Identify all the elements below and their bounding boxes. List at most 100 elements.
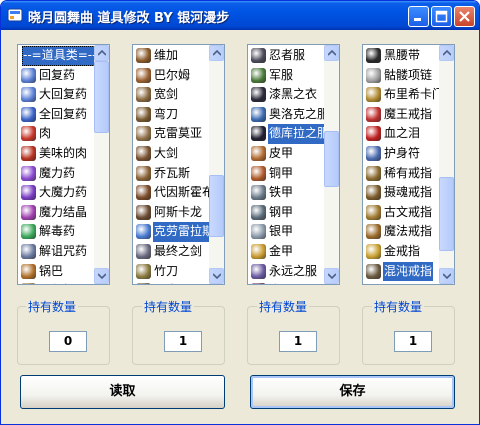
list-item-label: 全回复药: [39, 106, 88, 121]
scroll-thumb[interactable]: [439, 176, 454, 252]
save-button[interactable]: 保存: [250, 375, 455, 409]
item-icon: [251, 67, 266, 83]
list-item[interactable]: 黑腰带: [364, 46, 438, 66]
list-item[interactable]: 铜甲: [249, 164, 323, 184]
list-item-label: 永远之服: [269, 263, 318, 278]
list-item[interactable]: 美味的肉: [19, 144, 93, 164]
item-icon: [136, 67, 151, 83]
close-button[interactable]: [454, 6, 475, 27]
list-item[interactable]: 维加: [134, 46, 208, 66]
list-item[interactable]: 解诅咒药: [19, 242, 93, 262]
arrow-up-icon: [98, 50, 106, 56]
list-item[interactable]: 肉: [19, 124, 93, 144]
scroll-up-button[interactable]: [209, 45, 224, 61]
vertical-scrollbar[interactable]: [209, 45, 224, 284]
title-bar[interactable]: 晓月圆舞曲 道具修改 BY 银河漫步: [1, 1, 479, 30]
maximize-button[interactable]: [431, 6, 452, 27]
list-item[interactable]: 铁甲: [249, 183, 323, 203]
list-item[interactable]: 金戒指: [364, 242, 438, 262]
close-icon: [459, 11, 470, 22]
list-item[interactable]: 解毒药: [19, 222, 93, 242]
list-item[interactable]: 代因斯霍布: [134, 183, 214, 203]
list-item[interactable]: 混沌戒指: [364, 260, 438, 283]
item-icon: [251, 224, 266, 240]
list-item[interactable]: 银甲: [249, 222, 323, 242]
list-item[interactable]: 竹刀: [134, 262, 208, 282]
scroll-down-button[interactable]: [209, 268, 224, 284]
list-item[interactable]: 魔力结晶: [19, 203, 93, 223]
scroll-thumb[interactable]: [94, 61, 109, 134]
list-item-label: 面包板: [38, 281, 76, 284]
list-item[interactable]: 面包板: [19, 281, 93, 284]
list-item[interactable]: 摄魂戒指: [364, 183, 438, 203]
list-item[interactable]: 骷髅项链: [364, 66, 438, 86]
list-item[interactable]: 血之泪: [364, 124, 438, 144]
list-item[interactable]: 魔力药: [19, 164, 93, 184]
item-list-3[interactable]: 忍者服军服漆黑之衣奥洛克之服德库拉之服皮甲铜甲铁甲钢甲银甲金甲永远之服魔甲: [247, 44, 340, 285]
scroll-up-button[interactable]: [94, 45, 109, 61]
item-icon: [136, 224, 151, 240]
list-item[interactable]: 永远之服: [249, 262, 323, 282]
list-item[interactable]: 钢甲: [249, 203, 323, 223]
scroll-down-button[interactable]: [94, 268, 109, 284]
list-item[interactable]: 魔甲: [249, 281, 323, 284]
list-item[interactable]: 稀有戒指: [364, 164, 438, 184]
vertical-scrollbar[interactable]: [439, 45, 454, 284]
list-item-label: 回复药: [39, 67, 76, 82]
item-list-2[interactable]: 维加巴尔姆宽剑弯刀克雷莫亚大剑乔瓦斯代因斯霍布阿斯卡龙克劳雷拉斯最终之剑竹刀日本…: [132, 44, 225, 285]
list-item[interactable]: 大魔力药: [19, 183, 93, 203]
list-item[interactable]: 全回复药: [19, 105, 93, 125]
list-item[interactable]: 护身符: [364, 144, 438, 164]
list-item-label: 克雷莫亚: [154, 126, 203, 141]
list-item[interactable]: 大剑: [134, 144, 208, 164]
quantity-input[interactable]: 1: [164, 331, 202, 352]
vertical-scrollbar[interactable]: [324, 45, 339, 284]
item-icon: [21, 243, 36, 259]
list-item[interactable]: 回复药: [19, 66, 93, 86]
list-item[interactable]: 魔法戒指: [364, 222, 438, 242]
scroll-thumb[interactable]: [324, 131, 339, 188]
list-item[interactable]: 魔王戒指: [364, 105, 438, 125]
list-item[interactable]: 古文戒指: [364, 203, 438, 223]
list-item[interactable]: 德库拉之服: [249, 123, 332, 145]
arrow-up-icon: [213, 50, 221, 56]
list-item[interactable]: 漆黑之衣: [249, 85, 323, 105]
item-list-4[interactable]: 黑腰带骷髅项链 布里希卡门 魔王戒指 血之泪 护身符 稀有戒指 摄魂戒指 古文戒指 魔法戒指金戒…: [362, 44, 455, 285]
list-item[interactable]: 忍者服: [249, 46, 323, 66]
list-item-label: 魔法戒指: [384, 224, 433, 239]
list-item[interactable]: --=道具类=--: [19, 46, 98, 66]
list-item[interactable]: 军服: [249, 66, 323, 86]
list-item[interactable]: 克雷莫亚: [134, 124, 208, 144]
quantity-input[interactable]: 0: [49, 331, 87, 352]
list-item[interactable]: 阿斯卡龙: [134, 203, 208, 223]
scroll-thumb[interactable]: [209, 174, 224, 237]
list-item[interactable]: 皮甲: [249, 144, 323, 164]
item-icon: [251, 87, 266, 103]
list-item[interactable]: 克劳雷拉斯: [134, 221, 217, 243]
vertical-scrollbar[interactable]: [94, 45, 109, 284]
list-item-label: 锅巴: [39, 263, 64, 278]
list-item[interactable]: 奥洛克之服: [249, 105, 329, 125]
item-icon: [366, 185, 381, 201]
scroll-up-button[interactable]: [439, 45, 454, 61]
list-item[interactable]: 锅巴: [19, 262, 93, 282]
list-item[interactable]: 日本刀: [134, 281, 208, 284]
list-item[interactable]: 最终之剑: [134, 242, 208, 262]
list-item[interactable]: 宽剑: [134, 85, 208, 105]
quantity-input[interactable]: 1: [279, 331, 317, 352]
scroll-up-button[interactable]: [324, 45, 339, 61]
load-button[interactable]: 读取: [20, 375, 225, 409]
list-item[interactable]: 金甲: [249, 242, 323, 262]
list-item-label: 黑腰带: [384, 48, 421, 62]
list-item[interactable]: 布里希卡门: [364, 85, 444, 105]
minimize-button[interactable]: [408, 6, 429, 27]
list-item[interactable]: 大回复药: [19, 85, 93, 105]
quantity-input[interactable]: 1: [394, 331, 432, 352]
list-item[interactable]: 乔瓦斯: [134, 164, 208, 184]
item-list-1[interactable]: --=道具类=-- 回复药大回复药 全回复药肉美味的肉 魔力药 大魔力药 魔力结晶 解毒药解…: [17, 44, 110, 285]
list-item[interactable]: 巴尔姆: [134, 66, 208, 86]
app-icon: [7, 8, 23, 22]
scroll-down-button[interactable]: [324, 268, 339, 284]
scroll-down-button[interactable]: [439, 268, 454, 284]
list-item[interactable]: 弯刀: [134, 105, 208, 125]
